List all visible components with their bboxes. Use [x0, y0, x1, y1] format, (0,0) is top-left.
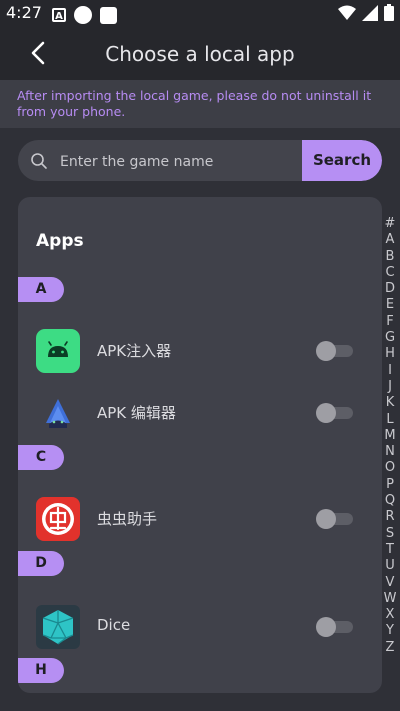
index-letter[interactable]: B: [382, 249, 398, 265]
index-letter[interactable]: A: [382, 232, 398, 248]
index-letter[interactable]: M: [382, 428, 398, 444]
index-letter[interactable]: F: [382, 314, 398, 330]
index-letter[interactable]: Q: [382, 493, 398, 509]
notification-circle-icon: [74, 6, 92, 24]
alphabet-index[interactable]: # A B C D E F G H I J K L M N O P Q R S T U V W X Y Z: [382, 216, 398, 656]
search-input[interactable]: [58, 140, 317, 181]
index-letter[interactable]: I: [382, 363, 398, 379]
panel-title: Apps: [36, 231, 84, 251]
system-icons: [338, 4, 394, 21]
wifi-icon: [338, 5, 356, 20]
chongchong-icon: [36, 497, 80, 541]
index-letter[interactable]: O: [382, 460, 398, 476]
app-name: 虫虫助手: [97, 510, 158, 528]
import-toggle[interactable]: [316, 509, 354, 529]
index-letter[interactable]: S: [382, 526, 398, 542]
index-letter[interactable]: W: [382, 591, 398, 607]
section-header-h: H: [18, 658, 64, 683]
import-toggle[interactable]: [316, 341, 354, 361]
import-toggle[interactable]: [316, 403, 354, 423]
notification-square-icon: [100, 6, 117, 24]
index-letter[interactable]: Z: [382, 640, 398, 656]
index-letter[interactable]: U: [382, 558, 398, 574]
signal-icon: [362, 4, 378, 21]
app-name: Dice: [97, 616, 131, 634]
index-letter[interactable]: E: [382, 297, 398, 313]
section-header-d: D: [18, 551, 64, 576]
app-name: APK注入器: [97, 342, 172, 360]
status-bar: 4:27 A: [0, 0, 400, 28]
app-list-panel: Apps A APK注入器 APK 编辑器 C 虫虫助手 D Dice H: [18, 197, 382, 693]
page-title: Choose a local app: [105, 42, 295, 66]
index-letter[interactable]: D: [382, 281, 398, 297]
app-bar: Choose a local app: [0, 28, 400, 80]
apk-editor-icon: [46, 399, 70, 428]
status-time: 4:27: [6, 3, 42, 22]
index-letter[interactable]: X: [382, 607, 398, 623]
search-icon: [31, 153, 47, 169]
index-letter[interactable]: #: [382, 216, 398, 232]
dice-icon: [36, 605, 80, 649]
notice-text: After importing the local game, please d…: [17, 88, 372, 119]
search-bar: Search: [18, 140, 382, 181]
index-letter[interactable]: L: [382, 412, 398, 428]
notification-a-icon: A: [52, 8, 66, 22]
app-row-apk-injector[interactable]: APK注入器: [18, 325, 382, 377]
app-row-dice[interactable]: Dice: [18, 601, 382, 653]
index-letter[interactable]: V: [382, 575, 398, 591]
notice-banner: After importing the local game, please d…: [0, 80, 400, 128]
index-letter[interactable]: G: [382, 330, 398, 346]
index-letter[interactable]: Y: [382, 623, 398, 639]
android-robot-icon: [36, 329, 80, 373]
section-header-c: C: [18, 445, 64, 470]
section-header-a: A: [18, 277, 64, 302]
app-row-apk-editor[interactable]: APK 编辑器: [18, 387, 382, 439]
app-name: APK 编辑器: [97, 404, 176, 422]
index-letter[interactable]: C: [382, 265, 398, 281]
import-toggle[interactable]: [316, 617, 354, 637]
search-button[interactable]: Search: [302, 140, 382, 181]
index-letter[interactable]: K: [382, 395, 398, 411]
index-letter[interactable]: H: [382, 346, 398, 362]
index-letter[interactable]: J: [382, 379, 398, 395]
index-letter[interactable]: R: [382, 509, 398, 525]
notification-icons: A: [52, 6, 117, 24]
app-row-chongchong[interactable]: 虫虫助手: [18, 493, 382, 545]
index-letter[interactable]: T: [382, 542, 398, 558]
index-letter[interactable]: P: [382, 477, 398, 493]
battery-icon: [384, 4, 394, 21]
index-letter[interactable]: N: [382, 444, 398, 460]
